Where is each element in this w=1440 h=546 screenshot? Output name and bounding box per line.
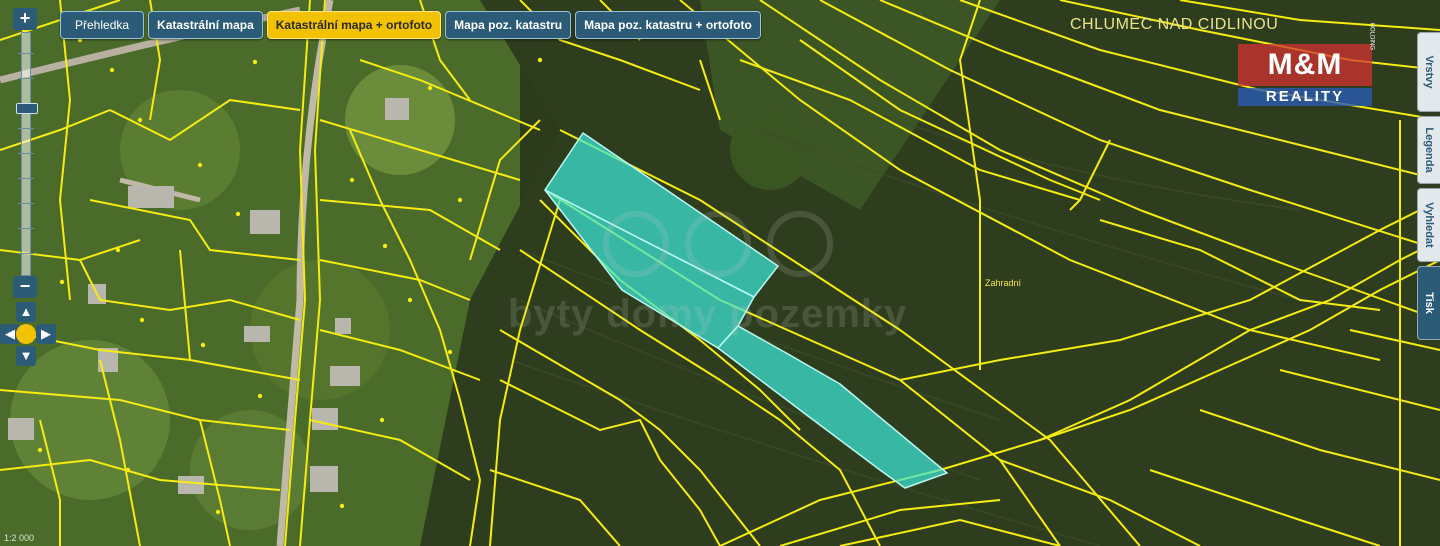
- tab-vyhledat-label: Vyhledat: [1423, 202, 1435, 248]
- zoom-tick: [18, 78, 34, 79]
- tab-tisk[interactable]: Tisk: [1417, 266, 1440, 340]
- zoom-tick: [18, 228, 34, 229]
- tab-mapa-poz-katastru-ortofoto[interactable]: Mapa poz. katastru + ortofoto: [575, 11, 761, 39]
- tab-vyhledat[interactable]: Vyhledat: [1417, 188, 1440, 262]
- watermark: byty domy pozemky: [508, 292, 908, 336]
- logo-reality: REALITY: [1238, 88, 1372, 106]
- pan-control: ▲ ◀ ▶ ▼: [0, 302, 58, 368]
- map-scale: 1:2 000: [4, 533, 35, 543]
- tab-tisk-label: Tisk: [1423, 292, 1435, 314]
- zoom-tick: [18, 153, 34, 154]
- zoom-slider-track[interactable]: [16, 32, 38, 276]
- pan-right-button[interactable]: ▶: [36, 324, 56, 344]
- tab-katastralni-mapa[interactable]: Katastrální mapa: [148, 11, 263, 39]
- tab-katastralni-mapa-ortofoto[interactable]: Katastrální mapa + ortofoto: [266, 11, 442, 39]
- zoom-out-button[interactable]: −: [13, 276, 37, 298]
- zoom-slider-handle[interactable]: [16, 103, 38, 114]
- map-field-label: Zahradní: [985, 278, 1022, 288]
- tab-vrstvy[interactable]: Vrstvy: [1417, 32, 1440, 112]
- tab-legenda[interactable]: Legenda: [1417, 116, 1440, 184]
- pan-up-button[interactable]: ▲: [16, 302, 36, 322]
- logo-holding: HOLDING: [1368, 22, 1374, 50]
- zoom-tick: [18, 253, 34, 254]
- zoom-tick: [18, 178, 34, 179]
- zoom-tick: [18, 53, 34, 54]
- zoom-in-button[interactable]: +: [13, 8, 37, 30]
- mm-reality-logo: M&M HOLDING REALITY: [1238, 23, 1374, 106]
- zoom-control: + −: [13, 8, 38, 298]
- pan-down-button[interactable]: ▼: [16, 346, 36, 366]
- pan-center-button[interactable]: [16, 324, 36, 344]
- tab-vrstvy-label: Vrstvy: [1423, 55, 1435, 89]
- map-type-toolbar: Přehledka Katastrální mapa Katastrální m…: [60, 11, 761, 39]
- tab-legenda-label: Legenda: [1423, 127, 1435, 173]
- tab-prehledka[interactable]: Přehledka: [60, 11, 145, 39]
- tab-mapa-poz-katastru[interactable]: Mapa poz. katastru: [445, 11, 572, 39]
- cadastral-map[interactable]: [0, 0, 1440, 546]
- logo-mm: M&M: [1238, 44, 1372, 86]
- place-name-label: CHLUMEC NAD CIDLINOU: [1070, 16, 1279, 33]
- zoom-tick: [18, 203, 34, 204]
- zoom-tick: [18, 128, 34, 129]
